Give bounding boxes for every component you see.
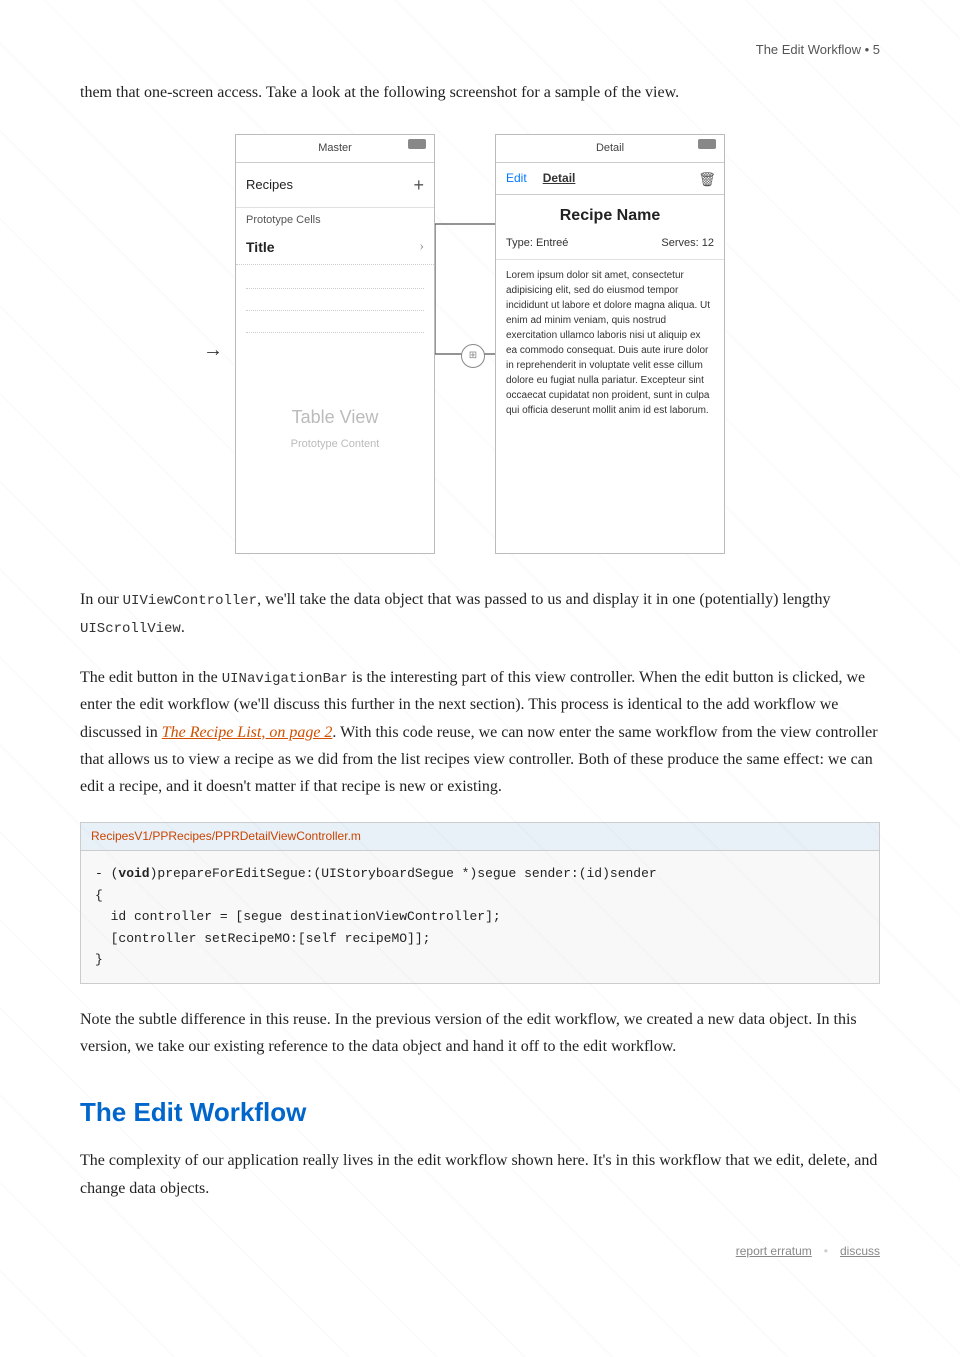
discuss-link[interactable]: discuss [840, 1242, 880, 1261]
panel-master: Master Recipes + Prototype Cells Title › [235, 134, 435, 554]
screenshot-diagram: → Master Recipes + Prototype Cells Title… [80, 134, 880, 554]
intro-paragraph: them that one-screen access. Take a look… [80, 79, 880, 106]
master-recipes-row: Recipes + [236, 163, 434, 209]
plus-icon: + [413, 171, 424, 200]
prototype-content-label: Prototype Content [236, 432, 434, 454]
page-container: The Edit Workflow • 5 them that one-scre… [0, 0, 960, 1357]
diagram-inner: → Master Recipes + Prototype Cells Title… [235, 134, 725, 554]
body-paragraph-1: In our UIViewController, we'll take the … [80, 586, 880, 642]
recipe-body: Lorem ipsum dolor sit amet, consectetur … [496, 260, 724, 426]
detail-top-bar: Detail [496, 135, 724, 163]
detail-tabs: Edit Detail 🗑 [496, 163, 724, 195]
recipe-meta: Type: Entreé Serves: 12 [496, 232, 724, 260]
master-top-bar: Master [236, 135, 434, 163]
code-block-header: RecipesV1/PPRecipes/PPRDetailViewControl… [81, 823, 879, 851]
detail-tab: Detail [543, 169, 576, 188]
note-paragraph: Note the subtle difference in this reuse… [80, 1006, 880, 1060]
dotted-row-2 [246, 293, 424, 311]
code-uiviewcontroller: UIViewController [123, 593, 257, 609]
code-block: RecipesV1/PPRecipes/PPRDetailViewControl… [80, 822, 880, 983]
edit-tab: Edit [506, 169, 527, 188]
arrow-left-icon: → [203, 334, 223, 366]
master-bar-icon [408, 139, 426, 149]
segue-circle: ⊞ [461, 344, 485, 368]
code-block-body: - (void)prepareForEditSegue:(UIStoryboar… [81, 851, 879, 982]
body-paragraph-2: The edit button in the UINavigationBar i… [80, 664, 880, 801]
page-header-title: The Edit Workflow • 5 [756, 40, 880, 61]
page-header: The Edit Workflow • 5 [80, 40, 880, 61]
prototype-cells-label: Prototype Cells [236, 208, 434, 232]
title-row: Title › [236, 232, 434, 265]
chevron-icon: › [419, 236, 424, 258]
dotted-rows [236, 265, 434, 343]
report-erratum-link[interactable]: report erratum [736, 1242, 812, 1261]
table-view-label: Table View [236, 343, 434, 432]
panel-detail: Detail Edit Detail 🗑 Recipe Name Type: E… [495, 134, 725, 554]
page-footer: report erratum • discuss [80, 1242, 880, 1261]
code-uiscrollview: UIScrollView [80, 621, 181, 637]
footer-separator: • [824, 1242, 828, 1261]
trash-icon: 🗑 [698, 168, 716, 190]
dotted-row-1 [246, 271, 424, 289]
recipe-list-link[interactable]: The Recipe List, on page 2 [162, 724, 333, 741]
detail-bar-icon [698, 139, 716, 149]
section-body: The complexity of our application really… [80, 1147, 880, 1201]
serves-label: Serves: 12 [661, 235, 714, 253]
section-heading: The Edit Workflow [80, 1092, 880, 1134]
dotted-row-3 [246, 315, 424, 333]
recipe-name: Recipe Name [496, 195, 724, 233]
type-label: Type: Entreé [506, 235, 568, 253]
code-uinavigationbar: UINavigationBar [222, 671, 348, 687]
